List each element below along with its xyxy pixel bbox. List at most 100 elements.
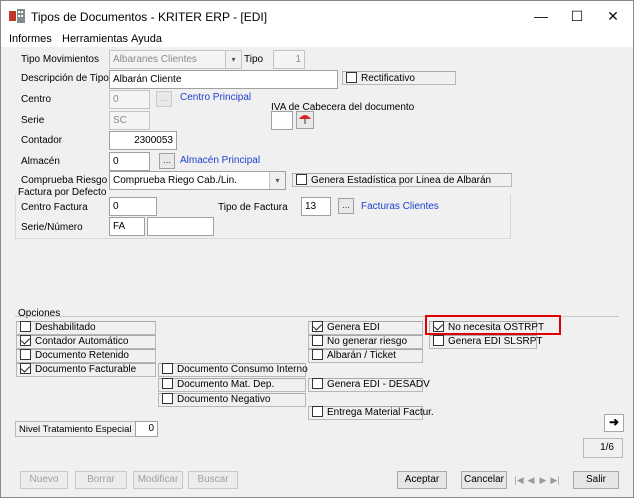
checkbox-icon [162, 393, 173, 404]
centro-lookup-button[interactable]: ... [156, 91, 172, 107]
tipo-factura-label: Tipo de Factura [218, 202, 288, 213]
tipo-movimientos-label: Tipo Movimientos [21, 54, 99, 65]
next-record-icon[interactable]: ▶ [538, 473, 548, 487]
tipo-label: Tipo [244, 54, 264, 65]
genera-edi-checkbox[interactable]: Genera EDI [312, 321, 380, 335]
nuevo-button[interactable]: Nuevo [20, 471, 68, 489]
genera-edi-text: Genera EDI [327, 322, 380, 333]
centro-principal-link[interactable]: Centro Principal [180, 92, 251, 103]
almacen-principal-link[interactable]: Almacén Principal [180, 155, 260, 166]
rectificativo-checkbox[interactable]: Rectificativo [346, 72, 415, 86]
buscar-button[interactable]: Buscar [188, 471, 238, 489]
centro-factura-input[interactable]: 0 [109, 197, 157, 216]
centro-label: Centro [21, 94, 52, 105]
comprueba-riesgo-value: Comprueba Riego Cab./Lin. [113, 175, 237, 186]
tipo-factura-lookup-button[interactable]: ... [338, 198, 354, 214]
documento-facturable-checkbox[interactable]: Documento Facturable [20, 363, 136, 377]
last-record-icon[interactable]: ▶| [550, 473, 560, 487]
contador-input[interactable]: 2300053 [109, 131, 177, 150]
entrega-material-factur-text: Entrega Material Factur. [327, 407, 434, 418]
documento-mat-dep-text: Documento Mat. Dep. [177, 379, 275, 390]
tipo-factura-input[interactable]: 13 [301, 197, 331, 216]
checkbox-icon [346, 72, 357, 83]
serie-input[interactable]: SC [109, 111, 150, 130]
documento-negativo-checkbox[interactable]: Documento Negativo [162, 393, 270, 407]
app-window: Tipos de Documentos - KRITER ERP - [EDI]… [0, 0, 634, 498]
serie-numero-label: Serie/Número [21, 222, 83, 233]
checkbox-icon [296, 174, 307, 185]
serie-numero-input[interactable]: FA [109, 217, 145, 236]
menu-bar: Informes Herramientas Ayuda [1, 31, 633, 47]
documento-consumo-interno-text: Documento Consumo Interno [177, 364, 308, 375]
salir-button[interactable]: Salir [573, 471, 619, 489]
checkbox-icon [162, 378, 173, 389]
chevron-down-icon[interactable]: ▾ [225, 51, 241, 68]
previous-record-icon[interactable]: ◀ [526, 473, 536, 487]
highlight-box [425, 315, 561, 335]
documento-mat-dep-checkbox[interactable]: Documento Mat. Dep. [162, 378, 274, 392]
albaran-ticket-checkbox[interactable]: Albarán / Ticket [312, 349, 396, 363]
contador-automatico-checkbox[interactable]: Contador Automático [20, 335, 128, 349]
close-button[interactable]: ✕ [593, 1, 633, 31]
checkbox-icon [312, 349, 323, 360]
documento-retenido-text: Documento Retenido [35, 350, 129, 361]
genera-edi-desadv-text: Genera EDI - DESADV [327, 379, 430, 390]
checkbox-icon [312, 335, 323, 346]
minimize-button[interactable]: — [521, 1, 561, 31]
centro-factura-label: Centro Factura [21, 202, 88, 213]
documento-retenido-checkbox[interactable]: Documento Retenido [20, 349, 129, 363]
documento-facturable-text: Documento Facturable [35, 364, 137, 375]
deshabilitado-checkbox[interactable]: Deshabilitado [20, 321, 96, 335]
documento-negativo-text: Documento Negativo [177, 394, 271, 405]
first-record-icon[interactable]: |◀ [514, 473, 524, 487]
facturas-clientes-link[interactable]: Facturas Clientes [361, 201, 439, 212]
deshabilitado-text: Deshabilitado [35, 322, 96, 333]
window-title: Tipos de Documentos - KRITER ERP - [EDI] [31, 10, 268, 24]
tipo-movimientos-select[interactable]: Albaranes Clientes ▾ [109, 50, 242, 69]
arrow-right-icon: ➜ [608, 415, 620, 429]
no-generar-riesgo-text: No generar riesgo [327, 336, 408, 347]
almacen-label: Almacén [21, 156, 60, 167]
checkbox-icon [312, 406, 323, 417]
numero-input[interactable] [147, 217, 214, 236]
checkbox-checked-icon [312, 321, 323, 332]
iva-picker-button[interactable] [296, 111, 314, 129]
iva-input[interactable] [271, 111, 293, 130]
centro-input[interactable]: 0 [109, 90, 150, 109]
descripcion-label: Descripción de Tipo [21, 73, 109, 84]
menu-herramientas[interactable]: Herramientas [62, 33, 128, 45]
menu-ayuda[interactable]: Ayuda [131, 33, 162, 45]
serie-label: Serie [21, 115, 45, 126]
no-generar-riesgo-checkbox[interactable]: No generar riesgo [312, 335, 407, 349]
almacen-input[interactable]: 0 [109, 152, 150, 171]
albaran-ticket-text: Albarán / Ticket [327, 350, 396, 361]
genera-edi-slsrpt-checkbox[interactable]: Genera EDI SLSRPT [433, 335, 542, 349]
maximize-button[interactable]: ☐ [557, 1, 597, 31]
chevron-down-icon[interactable]: ▾ [269, 172, 285, 189]
modificar-button[interactable]: Modificar [133, 471, 183, 489]
arrow-right-button[interactable]: ➜ [604, 414, 624, 432]
menu-informes[interactable]: Informes [9, 33, 52, 45]
descripcion-input[interactable]: Albarán Cliente [109, 70, 338, 89]
aceptar-button[interactable]: Aceptar [397, 471, 447, 489]
opciones-title: Opciones [18, 308, 61, 319]
title-bar: Tipos de Documentos - KRITER ERP - [EDI]… [1, 1, 633, 31]
app-logo-icon [9, 9, 25, 23]
comprueba-riesgo-select[interactable]: Comprueba Riego Cab./Lin. ▾ [109, 171, 286, 190]
entrega-material-factur-checkbox[interactable]: Entrega Material Factur. [312, 406, 434, 420]
checkbox-icon [312, 378, 323, 389]
genera-edi-desadv-checkbox[interactable]: Genera EDI - DESADV [312, 378, 430, 392]
checkbox-icon [162, 363, 173, 374]
genera-estadistica-checkbox[interactable]: Genera Estadística por Linea de Albarán [296, 174, 491, 188]
tipo-input[interactable]: 1 [273, 50, 305, 69]
genera-estadistica-text: Genera Estadística por Linea de Albarán [311, 175, 492, 186]
genera-edi-slsrpt-text: Genera EDI SLSRPT [448, 336, 543, 347]
contador-label: Contador [21, 135, 63, 146]
cancelar-button[interactable]: Cancelar [461, 471, 507, 489]
contador-automatico-text: Contador Automático [35, 336, 129, 347]
almacen-lookup-button[interactable]: ... [159, 153, 175, 169]
checkbox-icon [20, 321, 31, 332]
documento-consumo-interno-checkbox[interactable]: Documento Consumo Interno [162, 363, 308, 377]
borrar-button[interactable]: Borrar [75, 471, 127, 489]
nivel-tratamiento-input[interactable]: 0 [135, 421, 158, 437]
